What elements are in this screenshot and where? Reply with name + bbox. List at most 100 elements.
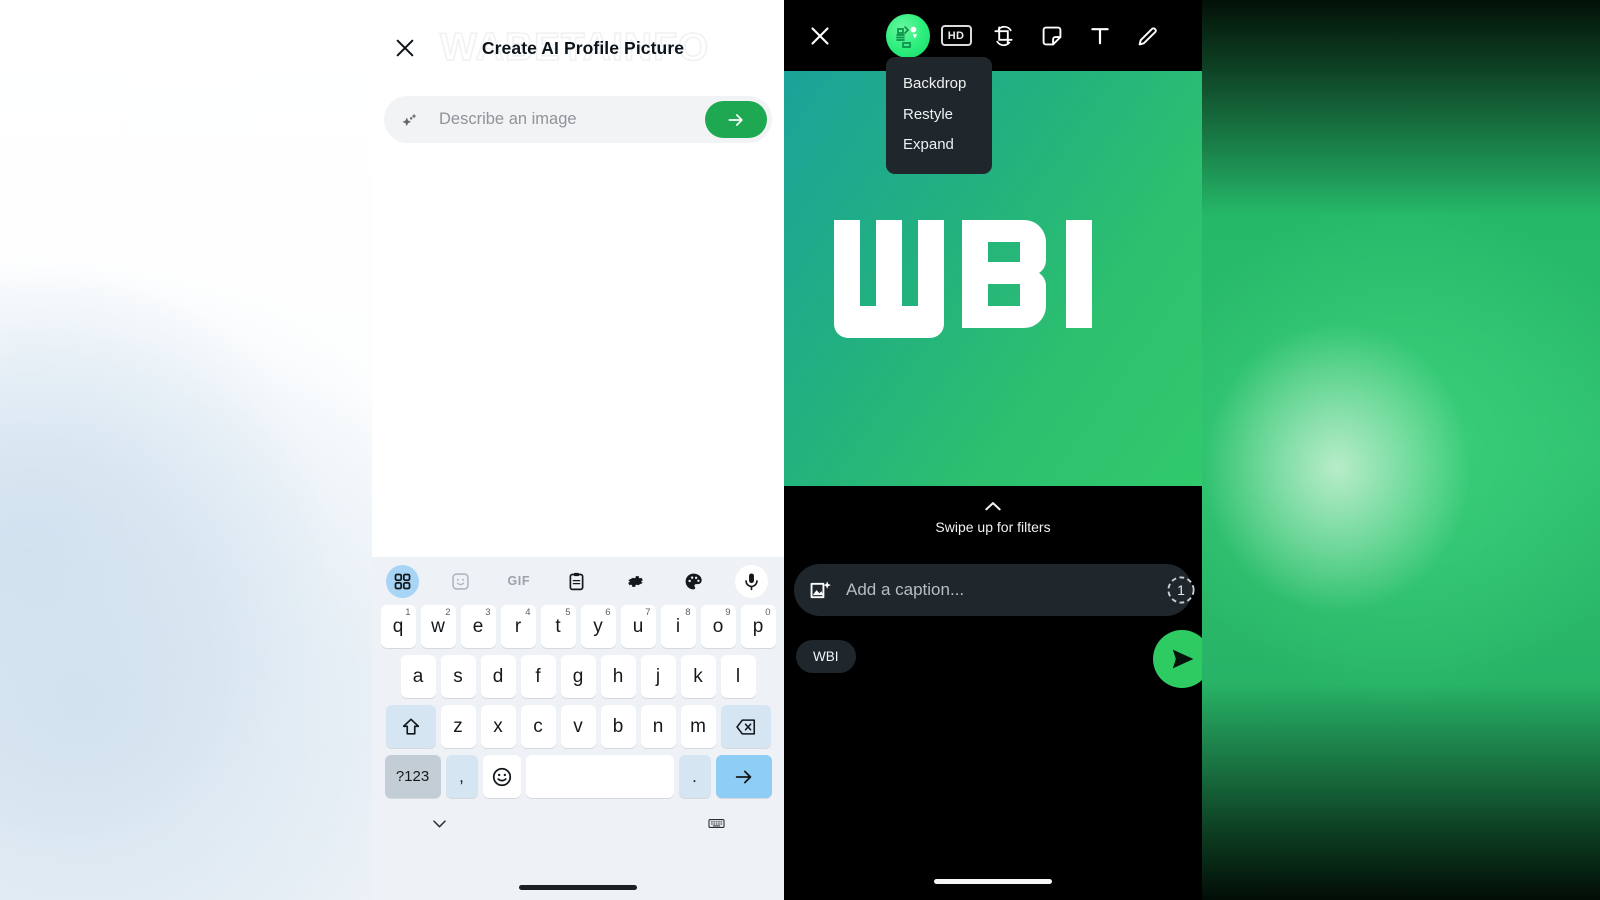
- arrow-right-icon: [735, 770, 751, 783]
- key-c[interactable]: c: [520, 705, 556, 748]
- caption-bar[interactable]: 1: [794, 564, 1195, 616]
- key-num: 3: [485, 607, 491, 618]
- key-num: 7: [645, 607, 651, 618]
- key-enter[interactable]: [715, 755, 772, 798]
- key-num: 1: [405, 607, 411, 618]
- send-icon: [1172, 649, 1193, 669]
- menu-item-expand[interactable]: Expand: [886, 130, 992, 161]
- keyboard-row-2: a s d f g h j k l: [372, 655, 784, 698]
- palette-icon: [685, 573, 702, 589]
- close-button[interactable]: [382, 25, 428, 71]
- hd-icon: HD: [940, 25, 972, 46]
- editor-bottom-bar: Swipe up for filters 1 WBI: [784, 486, 1202, 900]
- keyboard-tool-grid-icon[interactable]: [386, 564, 419, 598]
- key-period[interactable]: .: [678, 755, 711, 798]
- key-k[interactable]: k: [680, 655, 716, 698]
- key-comma[interactable]: ,: [445, 755, 478, 798]
- hd-quality-button[interactable]: HD: [934, 14, 978, 58]
- filters-hint-label: Swipe up for filters: [935, 519, 1051, 535]
- key-u[interactable]: 7u: [620, 605, 656, 648]
- text-icon: [1091, 27, 1109, 44]
- crop-rotate-button[interactable]: [982, 14, 1026, 58]
- key-r[interactable]: 4r: [500, 605, 536, 648]
- key-x[interactable]: x: [480, 705, 516, 748]
- key-j[interactable]: j: [640, 655, 676, 698]
- keyboard-row-4: ?123 , .: [372, 755, 784, 798]
- keyboard-tool-clipboard-icon[interactable]: [560, 565, 593, 598]
- keyboard-tool-gear-icon[interactable]: [619, 565, 652, 598]
- key-shift[interactable]: [385, 705, 436, 748]
- swipe-up-for-filters[interactable]: Swipe up for filters: [784, 486, 1202, 535]
- editor-close-button[interactable]: [798, 14, 842, 58]
- sticker-icon: [1042, 26, 1062, 45]
- key-w[interactable]: 2w: [420, 605, 456, 648]
- keyboard-tool-palette-icon[interactable]: [677, 565, 710, 598]
- draw-button[interactable]: [1126, 14, 1170, 58]
- key-label: i: [675, 615, 681, 637]
- key-p[interactable]: 0p: [740, 605, 776, 648]
- add-text-button[interactable]: [1078, 14, 1122, 58]
- key-label: u: [632, 615, 644, 637]
- background-left-blur: [0, 0, 372, 900]
- key-label: w: [431, 615, 445, 637]
- close-icon: [811, 26, 829, 45]
- key-space[interactable]: [525, 755, 674, 798]
- generate-button[interactable]: [705, 101, 767, 138]
- key-label: o: [712, 615, 724, 637]
- key-e[interactable]: 3e: [460, 605, 496, 648]
- keyboard-row-3: z x c v b n m: [372, 705, 784, 748]
- image-preview[interactable]: [784, 71, 1202, 486]
- key-symbols[interactable]: ?123: [384, 755, 441, 798]
- key-label: p: [752, 615, 764, 637]
- menu-item-backdrop[interactable]: Backdrop: [886, 69, 992, 100]
- menu-item-restyle[interactable]: Restyle: [886, 100, 992, 131]
- draw-pencil-icon: [1138, 26, 1157, 45]
- timer-badge-value: 1: [1177, 582, 1185, 598]
- key-o[interactable]: 9o: [700, 605, 736, 648]
- key-num: 8: [685, 607, 691, 618]
- key-d[interactable]: d: [480, 655, 516, 698]
- on-screen-keyboard: GIF 1 q 2 w 3 e 4 r 5 t 6 y 7 u 8 i 9 o …: [372, 557, 784, 900]
- disappearing-timer-icon[interactable]: 1: [1164, 573, 1198, 607]
- prompt-input[interactable]: [422, 110, 705, 129]
- grid-icon: [394, 573, 411, 589]
- key-backspace[interactable]: [720, 705, 771, 748]
- key-num: 6: [605, 607, 611, 618]
- key-t[interactable]: 5t: [540, 605, 576, 648]
- key-v[interactable]: v: [560, 705, 596, 748]
- close-icon: [396, 39, 414, 57]
- sticker-icon: [452, 572, 469, 590]
- caption-input[interactable]: [833, 580, 1178, 600]
- recipient-row: WBI: [784, 616, 1202, 688]
- key-z[interactable]: z: [440, 705, 476, 748]
- ai-avatar-icon: [896, 25, 918, 48]
- key-a[interactable]: a: [400, 655, 436, 698]
- ai-tools-button[interactable]: [886, 13, 930, 58]
- key-i[interactable]: 8i: [660, 605, 696, 648]
- backspace-icon: [735, 718, 755, 735]
- recipient-chip[interactable]: WBI: [796, 640, 856, 673]
- key-h[interactable]: h: [600, 655, 636, 698]
- key-emoji[interactable]: [482, 755, 521, 798]
- key-q[interactable]: 1q: [380, 605, 416, 648]
- key-n[interactable]: n: [640, 705, 676, 748]
- chevron-down-icon: [433, 820, 446, 828]
- prompt-bar[interactable]: [384, 96, 772, 143]
- wbi-logo: [834, 219, 1092, 338]
- keyboard-tool-gif-icon[interactable]: GIF: [502, 565, 535, 598]
- gear-icon: [627, 575, 643, 587]
- nav-hide-keyboard-button[interactable]: [430, 814, 449, 838]
- keyboard-tool-sticker-icon[interactable]: [444, 565, 477, 598]
- keyboard-tool-mic-icon[interactable]: [734, 564, 768, 598]
- key-f[interactable]: f: [520, 655, 556, 698]
- nav-switch-keyboard-button[interactable]: [707, 814, 726, 838]
- key-b[interactable]: b: [600, 705, 636, 748]
- send-button[interactable]: [1153, 630, 1202, 688]
- key-y[interactable]: 6y: [580, 605, 616, 648]
- key-m[interactable]: m: [680, 705, 716, 748]
- key-l[interactable]: l: [720, 655, 756, 698]
- key-g[interactable]: g: [560, 655, 596, 698]
- sticker-button[interactable]: [1030, 14, 1074, 58]
- key-s[interactable]: s: [440, 655, 476, 698]
- screenshot-stage: WABETAINFO Create AI Profile Picture Des…: [0, 0, 1600, 900]
